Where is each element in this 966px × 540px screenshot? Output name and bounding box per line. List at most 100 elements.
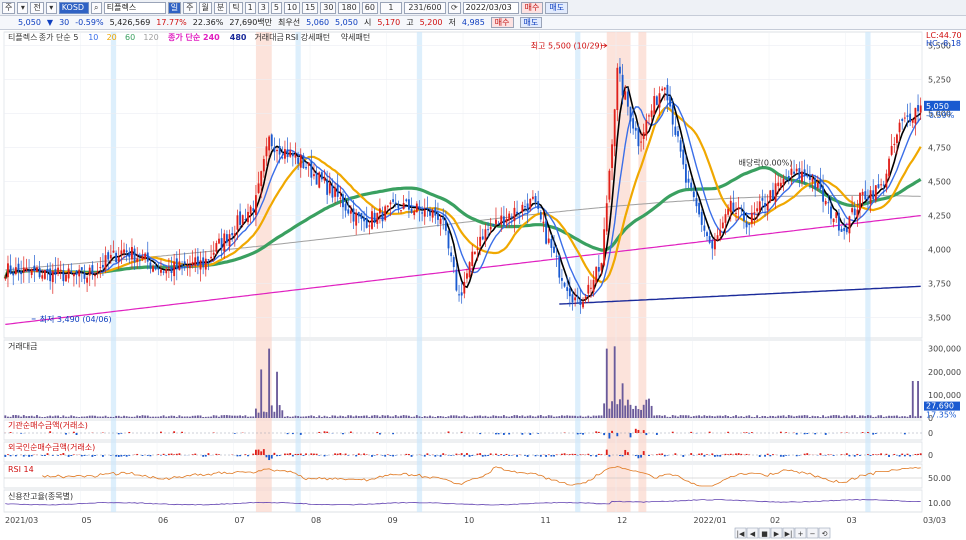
netbuy-bar [534,455,537,457]
volume-bar [740,416,743,418]
volume-bar [36,415,38,418]
volume-bar [529,415,532,418]
volume-bar [386,415,389,418]
volume-bar [666,416,669,418]
volume-bar [576,416,579,418]
volume-bar [909,415,912,418]
pane-title: 신용잔고율(종목별) [8,491,73,501]
netbuy-bar [349,431,352,433]
volume-bar [12,415,15,418]
netbuy-bar [898,455,901,457]
volume-bar [769,415,772,418]
highlight-band [416,32,423,512]
legend-item: 10 [88,33,98,42]
netbuy-bar [716,455,719,457]
netbuy-bar [479,433,482,435]
netbuy-bar [603,433,606,436]
volume-bar [779,415,782,418]
volume-bar [434,416,437,418]
nav-button[interactable]: ▶| [782,527,795,539]
volume-bar [376,415,379,418]
netbuy-bar [872,454,875,455]
volume-bar [911,381,914,418]
volume-bar [684,415,687,418]
x-tick-label: 03 [847,516,857,525]
netbuy-bar [645,433,648,436]
netbuy-bar [218,454,220,455]
volume-bar [86,416,89,418]
netbuy-bar [20,433,23,434]
volume-bar [30,415,33,418]
x-tick-label: 09 [388,516,398,525]
volume-bar [782,415,785,418]
netbuy-bar [49,431,52,433]
netbuy-bar [342,433,344,435]
netbuy-bar [566,454,569,455]
netbuy-bar [51,455,54,456]
nav-button[interactable]: − [806,527,819,539]
netbuy-bar [642,451,645,455]
netbuy-bar [215,453,218,455]
netbuy-bar [289,453,292,455]
netbuy-bar [555,454,558,455]
netbuy-bar [128,431,131,433]
netbuy-bar [489,453,492,455]
netbuy-bar [748,433,751,434]
volume-bar [861,415,864,418]
volume-bar [239,415,242,418]
volume-bar [91,415,94,418]
netbuy-bar [637,429,640,433]
svg-text:+: + [798,530,804,538]
nav-button[interactable]: ◀ [746,527,759,539]
netbuy-bar [278,455,281,456]
netbuy-bar [59,454,62,455]
netbuy-bar [772,454,774,455]
netbuy-bar [579,454,582,455]
netbuy-bar [624,449,627,455]
volume-bar [313,416,315,418]
y-tick-label: 3,750 [928,280,951,289]
volume-bar [252,416,255,418]
netbuy-bar [83,455,86,456]
nav-button[interactable]: ■ [758,527,771,539]
netbuy-bar [727,431,730,433]
netbuy-bar [30,455,33,457]
volume-bar [289,416,292,418]
annotation-high: 최고 5,500 (10/29) [531,41,603,51]
volume-bar [864,416,867,418]
nav-button[interactable]: ⟲ [818,527,831,539]
volume-bar [400,415,402,418]
netbuy-bar [666,455,669,456]
volume-bar [131,416,133,418]
volume-bar [389,416,392,418]
volume-bar [43,416,46,418]
highlight-band [255,32,272,512]
netbuy-bar [476,453,479,455]
nav-button[interactable]: ▶ [770,527,783,539]
svg-text:◀: ◀ [750,530,756,538]
netbuy-bar [386,454,389,455]
nav-button[interactable]: |◀ [734,527,747,539]
netbuy-bar [373,455,376,456]
volume-bar [439,415,442,418]
netbuy-bar [640,455,642,458]
stock-chart[interactable]: 3,5003,7504,0004,2504,5004,7505,0005,250… [0,0,966,540]
nav-button[interactable]: + [794,527,807,539]
volume-bar [123,415,125,418]
volume-bar [721,416,724,418]
volume-bar [592,415,595,418]
netbuy-bar [785,432,788,433]
volume-bar [342,416,344,418]
netbuy-bar [508,433,511,435]
volume-bar [328,417,331,418]
volume-bar [766,416,769,418]
netbuy-bar [286,433,289,435]
netbuy-bar [273,452,276,455]
volume-bar [587,415,590,418]
volume-bar [4,415,7,418]
netbuy-bar [170,453,173,455]
netbuy-bar [711,453,714,455]
netbuy-bar [872,433,875,435]
netbuy-bar [663,455,666,457]
volume-bar [17,415,20,418]
